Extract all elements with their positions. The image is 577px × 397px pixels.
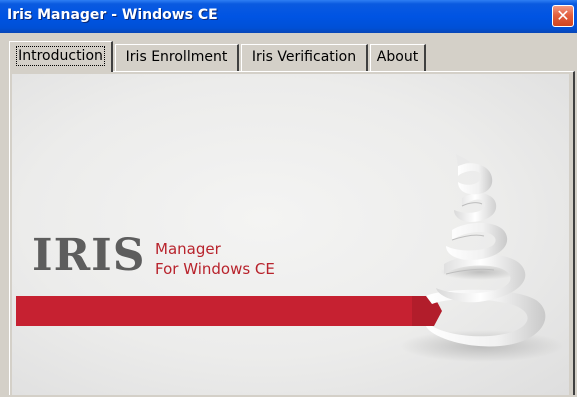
- red-ribbon-stripe: [16, 296, 434, 326]
- iris-manager-window: Iris Manager - Windows CE ✕ Introduction…: [0, 0, 577, 397]
- window-title: Iris Manager - Windows CE: [7, 7, 218, 23]
- tab-iris-verification[interactable]: Iris Verification: [241, 44, 368, 71]
- tab-about[interactable]: About: [370, 44, 426, 71]
- logo-subtitle-platform: For Windows CE: [155, 260, 275, 278]
- tab-iris-enrollment-label: Iris Enrollment: [125, 49, 228, 65]
- iris-logo-text: IRIS: [32, 230, 146, 281]
- close-icon: ✕: [556, 6, 570, 25]
- title-bar[interactable]: Iris Manager - Windows CE ✕: [0, 0, 577, 33]
- window-left-edge: [0, 74, 5, 397]
- ribbon-top-curl: [458, 163, 493, 195]
- tab-introduction[interactable]: Introduction: [9, 41, 113, 72]
- tab-introduction-label: Introduction: [16, 46, 105, 66]
- tab-about-label: About: [376, 49, 419, 65]
- tab-iris-enrollment[interactable]: Iris Enrollment: [115, 44, 239, 71]
- splash-image: IRIS Manager For Windows CE: [12, 74, 569, 395]
- tab-iris-verification-label: Iris Verification: [251, 49, 357, 65]
- tab-strip: Introduction Iris Enrollment Iris Verifi…: [9, 41, 575, 72]
- logo-subtitle-manager: Manager: [155, 240, 221, 258]
- ribbon-middle-coil: [446, 222, 508, 260]
- ribbon-upper-coil: [454, 193, 497, 222]
- close-button[interactable]: ✕: [552, 5, 574, 27]
